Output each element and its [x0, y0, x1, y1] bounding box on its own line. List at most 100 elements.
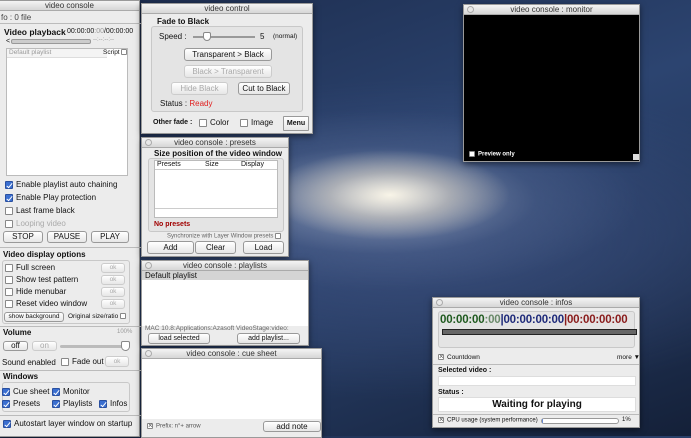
add-note-button[interactable]: add note [263, 421, 321, 432]
checkbox[interactable] [5, 206, 13, 215]
color-option[interactable]: Color [199, 118, 229, 127]
ok-button[interactable]: ok [101, 287, 125, 297]
ok-button[interactable]: ok [101, 299, 125, 309]
show-background-button[interactable]: show background [4, 312, 64, 322]
display-option-3[interactable]: Reset video window ok [5, 299, 129, 311]
title-bar[interactable]: video control [142, 4, 312, 14]
image-option[interactable]: Image [240, 118, 273, 127]
title-bar[interactable]: video console : cue sheet [142, 349, 321, 359]
load-selected-button[interactable]: load selected [148, 333, 210, 344]
close-button[interactable] [145, 262, 152, 269]
title-bar[interactable]: video console : monitor [464, 5, 639, 15]
preview-only-option[interactable]: Preview only [469, 151, 515, 158]
fade-out-option[interactable]: Fade out [61, 357, 104, 366]
checkbox[interactable] [275, 233, 282, 239]
checkbox[interactable] [5, 275, 13, 284]
option-2[interactable]: Last frame black [5, 206, 117, 219]
speed-slider[interactable] [193, 32, 255, 41]
checkbox[interactable] [3, 419, 11, 428]
window-toggle-0[interactable]: Cue sheet [2, 387, 49, 396]
autostart-option[interactable]: Autostart layer window on startup [3, 419, 132, 428]
list-item[interactable]: Default playlist [142, 271, 308, 280]
countdown-option[interactable]: Countdown [438, 352, 480, 361]
checkbox[interactable] [2, 387, 10, 396]
title-bar[interactable]: video console [0, 1, 139, 11]
checkbox[interactable] [199, 118, 207, 127]
title-bar[interactable]: video console : infos [433, 298, 639, 308]
prefix-label: Prefix: n°+ arrow [156, 423, 201, 430]
checkbox[interactable] [5, 287, 13, 296]
cpu-usage-option[interactable]: CPU usage (system performance) [438, 415, 538, 424]
close-button[interactable] [436, 299, 443, 306]
script-checkbox[interactable] [121, 49, 128, 56]
playlist-table[interactable]: Default playlist Script [6, 48, 128, 176]
cue-sheet-area[interactable] [142, 359, 321, 419]
column-header[interactable]: Size [205, 161, 219, 168]
checkbox[interactable] [99, 399, 107, 408]
display-option-0[interactable]: Full screen ok [5, 263, 129, 275]
sound-enabled-label: Sound enabled [2, 358, 56, 367]
window-toggle-2[interactable]: Presets [2, 399, 40, 408]
script-label[interactable]: Script [103, 49, 130, 56]
display-option-1[interactable]: Show test pattern ok [5, 275, 129, 287]
window-toggle-4[interactable]: Infos [99, 399, 127, 408]
column-header[interactable]: Display [241, 161, 264, 168]
pause-button[interactable]: PAUSE [47, 231, 87, 243]
option-0[interactable]: Enable playlist auto chaining [5, 180, 117, 193]
load-preset-button[interactable]: Load [243, 241, 284, 254]
checkbox[interactable] [52, 399, 60, 408]
checkbox[interactable] [5, 180, 13, 189]
checkbox[interactable] [2, 399, 10, 408]
checkbox[interactable] [52, 387, 60, 396]
add-playlist-button[interactable]: add playlist... [237, 333, 300, 344]
close-button[interactable] [467, 6, 474, 13]
checkbox[interactable] [469, 151, 475, 157]
checkbox[interactable] [61, 357, 69, 366]
checkbox[interactable] [5, 299, 13, 308]
volume-off-button[interactable]: off [3, 341, 28, 351]
prefix-option[interactable]: Prefix: n°+ arrow [147, 421, 201, 430]
resize-handle[interactable] [633, 154, 639, 160]
checkbox[interactable] [5, 193, 13, 202]
option-1[interactable]: Enable Play protection [5, 193, 117, 206]
title-bar[interactable]: video console : playlists [142, 261, 308, 271]
menu-button[interactable]: Menu [283, 116, 309, 131]
checkbox[interactable] [438, 415, 444, 424]
speed-knob[interactable] [203, 32, 211, 41]
checkbox[interactable] [240, 118, 248, 127]
black-to-transparent-button[interactable]: Black > Transparent [184, 65, 272, 78]
seek-back[interactable]: < [6, 38, 10, 45]
clear-presets-button[interactable]: Clear [195, 241, 236, 254]
add-preset-button[interactable]: Add [147, 241, 194, 254]
ok-button[interactable]: ok [101, 275, 125, 285]
close-button[interactable] [145, 350, 152, 357]
stop-button[interactable]: STOP [3, 231, 43, 243]
checkbox[interactable] [5, 219, 13, 228]
volume-slider[interactable] [60, 341, 130, 351]
play-button[interactable]: PLAY [91, 231, 129, 243]
title-bar[interactable]: video console : presets [142, 138, 288, 148]
checkbox[interactable] [120, 313, 127, 320]
window-toggle-3[interactable]: Playlists [52, 399, 92, 408]
seek-slider[interactable] [11, 39, 91, 44]
ok-button[interactable]: ok [101, 263, 125, 273]
volume-on-button[interactable]: on [32, 341, 57, 351]
sync-option[interactable]: Synchronize with Layer Window presets [167, 233, 284, 240]
window-toggle-1[interactable]: Monitor [52, 387, 90, 396]
fade-out-ok-button[interactable]: ok [105, 356, 129, 367]
checkbox[interactable] [438, 352, 444, 361]
transparent-to-black-button[interactable]: Transparent > Black [184, 48, 272, 61]
display-option-2[interactable]: Hide menubar ok [5, 287, 129, 299]
cut-to-black-button[interactable]: Cut to Black [238, 82, 290, 95]
hide-black-button[interactable]: Hide Black [171, 82, 228, 95]
volume-knob[interactable] [121, 341, 130, 351]
column-header[interactable]: Presets [157, 161, 181, 168]
close-button[interactable] [145, 139, 152, 146]
checkbox[interactable] [5, 263, 13, 272]
playlists-list[interactable]: Default playlist [142, 271, 308, 326]
original-size-option[interactable]: Original size/ratio [68, 313, 129, 320]
checkbox[interactable] [147, 421, 153, 430]
presets-table[interactable]: Presets Size Display [154, 160, 278, 218]
option-label: Last frame black [16, 206, 75, 215]
more-button[interactable]: more ▼ [617, 354, 640, 361]
